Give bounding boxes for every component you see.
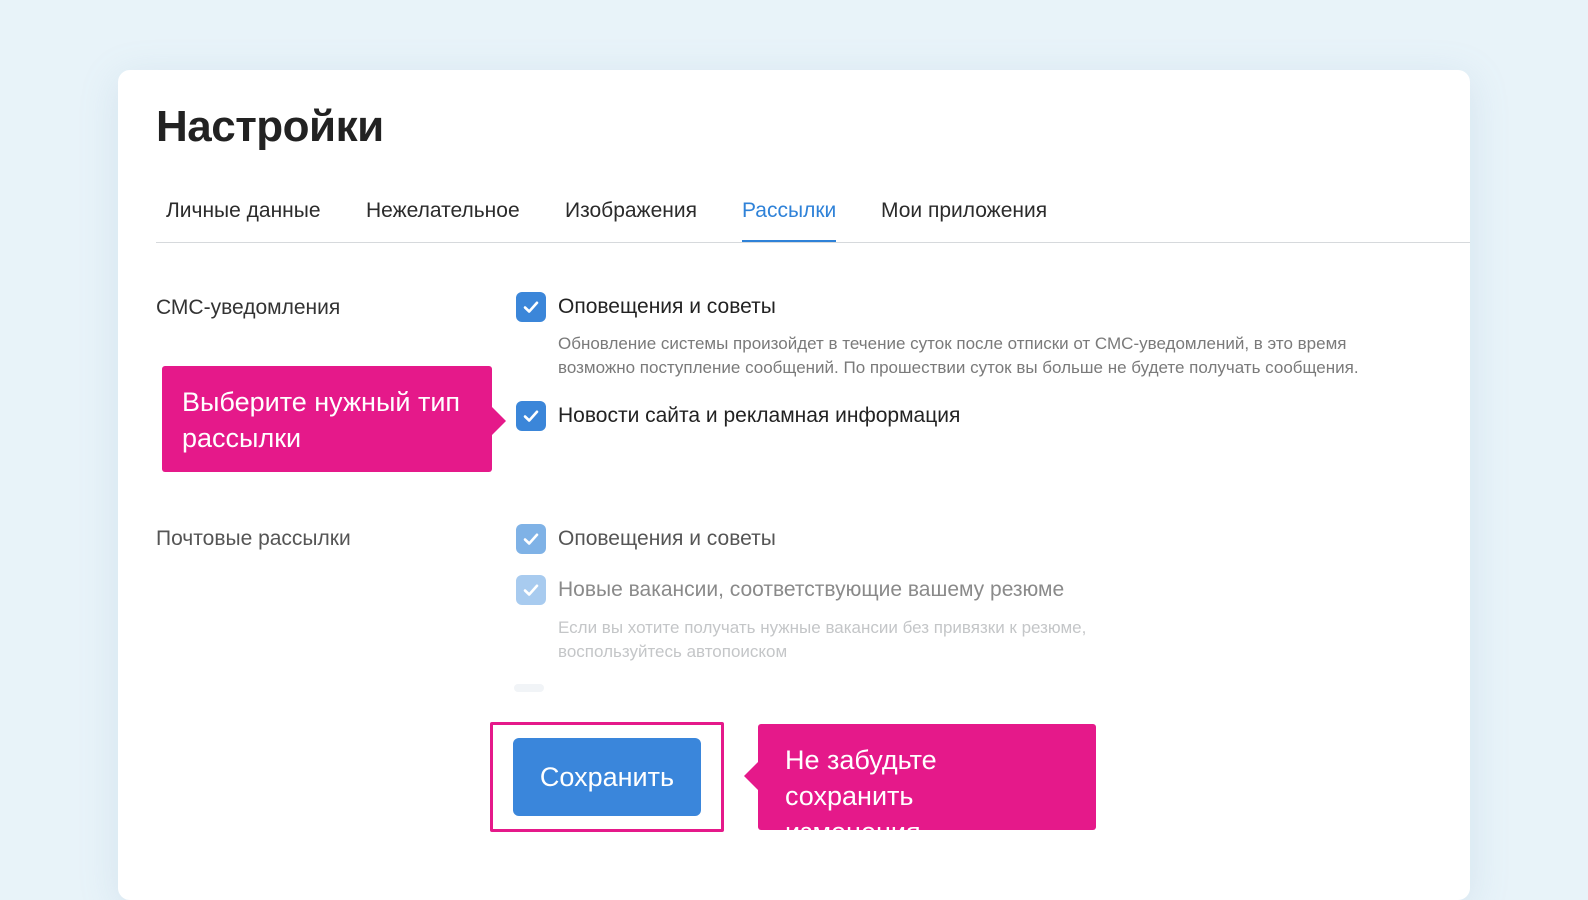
page-title: Настройки	[156, 102, 384, 151]
check-icon	[523, 584, 539, 596]
sms-option-news: Новости сайта и рекламная информация	[516, 401, 960, 431]
save-button[interactable]: Сохранить	[513, 738, 701, 816]
sms-hint: Обновление системы произойдет в течение …	[558, 332, 1418, 380]
sms-tips-checkbox[interactable]	[516, 292, 546, 322]
sms-tips-label: Оповещения и советы	[558, 295, 776, 318]
sms-news-checkbox[interactable]	[516, 401, 546, 431]
check-icon	[523, 301, 539, 313]
tab-my-apps[interactable]: Мои приложения	[881, 196, 1047, 242]
callout-save-reminder: Не забудьте сохранить изменения	[744, 724, 1096, 847]
mail-hint: Если вы хотите получать нужные вакансии …	[558, 616, 1418, 664]
tab-mailings[interactable]: Рассылки	[742, 196, 837, 242]
callout-choose-type: Выберите нужный тип рассылки	[162, 366, 506, 472]
tab-personal-data[interactable]: Личные данные	[166, 196, 321, 242]
sms-hint-line-2: возможно поступление сообщений. По проше…	[558, 358, 1359, 377]
faded-next-option	[514, 684, 544, 692]
check-icon	[523, 533, 539, 545]
sms-hint-line-1: Обновление системы произойдет в течение …	[558, 334, 1347, 353]
sms-option-tips: Оповещения и советы	[516, 292, 776, 322]
mail-option-tips: Оповещения и советы	[516, 524, 776, 554]
mail-section-label: Почтовые рассылки	[156, 527, 351, 550]
mail-vacancies-checkbox[interactable]	[516, 575, 546, 605]
tab-unwanted[interactable]: Нежелательное	[366, 196, 520, 242]
settings-tabs: Личные данные Нежелательное Изображения …	[156, 196, 1470, 243]
sms-section-label: СМС-уведомления	[156, 296, 341, 319]
check-icon	[523, 410, 539, 422]
save-highlight-frame: Сохранить	[490, 722, 724, 832]
mail-hint-line-2: воспользуйтесь автопоиском	[558, 642, 788, 661]
mail-option-vacancies: Новые вакансии, соответствующие вашему р…	[516, 575, 1064, 605]
callout-choose-type-line-2: рассылки	[182, 423, 302, 453]
mail-tips-label: Оповещения и советы	[558, 527, 776, 550]
callout-choose-type-line-1: Выберите нужный тип	[182, 387, 461, 417]
callout-save-line-2: изменения	[785, 817, 921, 847]
mail-tips-checkbox[interactable]	[516, 524, 546, 554]
tab-images[interactable]: Изображения	[565, 196, 697, 242]
mail-vacancies-label: Новые вакансии, соответствующие вашему р…	[558, 578, 1065, 601]
callout-save-line-1: Не забудьте сохранить	[785, 745, 937, 811]
mail-hint-line-1: Если вы хотите получать нужные вакансии …	[558, 618, 1087, 637]
sms-news-label: Новости сайта и рекламная информация	[558, 404, 961, 427]
